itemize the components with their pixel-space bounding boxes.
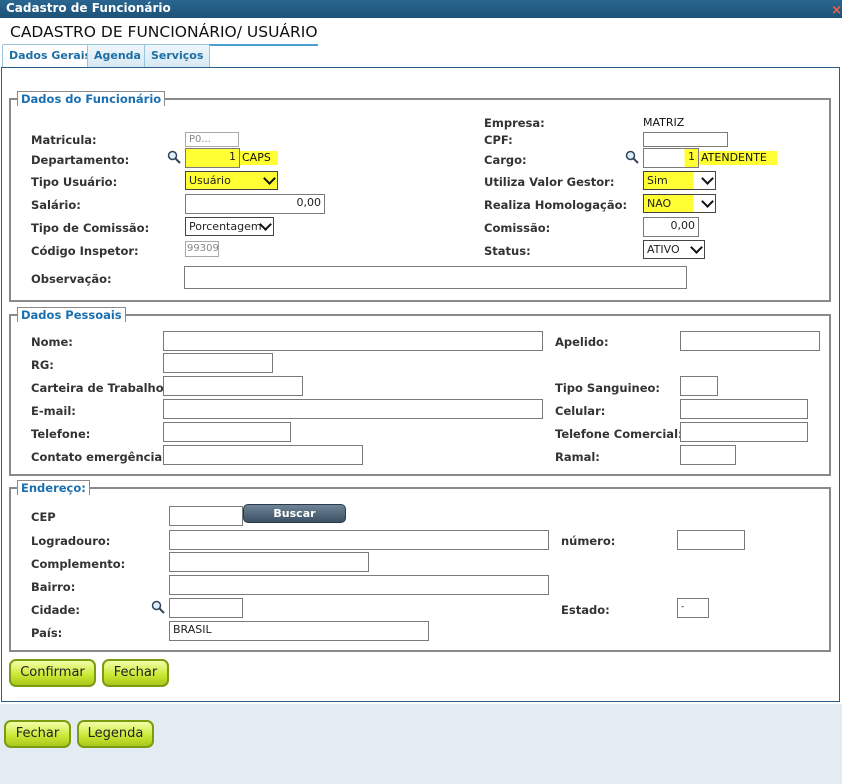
- cep-field[interactable]: [169, 506, 243, 526]
- fechar-inner-button[interactable]: Fechar: [102, 659, 169, 687]
- matricula-label: Matricula:: [31, 133, 97, 147]
- cpf-field[interactable]: [643, 132, 728, 147]
- estado-label: Estado:: [561, 603, 610, 617]
- tipo-usuario-value: Usuário: [189, 174, 231, 187]
- status-value: ATIVO: [647, 243, 680, 256]
- departamento-label: Departamento:: [31, 153, 130, 167]
- tipo-comissao-label: Tipo de Comissão:: [31, 221, 150, 235]
- close-icon[interactable]: ×: [831, 2, 842, 19]
- window-title-bar: Cadastro de Funcionário ×: [0, 0, 842, 18]
- ramal-label: Ramal:: [555, 450, 600, 464]
- nome-field[interactable]: [163, 331, 543, 351]
- homologacao-select[interactable]: NAO: [643, 194, 716, 213]
- tab-agenda[interactable]: Agenda: [87, 44, 148, 68]
- telefone-field[interactable]: [163, 422, 291, 442]
- legend-dados-funcionario: Dados do Funcionário: [17, 91, 166, 106]
- cargo-code-field[interactable]: 1: [643, 148, 699, 168]
- homologacao-label: Realiza Homologação:: [484, 198, 628, 212]
- salario-field[interactable]: 0,00: [185, 194, 325, 214]
- confirmar-button[interactable]: Confirmar: [9, 659, 96, 687]
- chevron-down-icon: [263, 172, 276, 185]
- nome-label: Nome:: [31, 335, 73, 349]
- celular-field[interactable]: [680, 399, 808, 419]
- tipo-sanguineo-label: Tipo Sanguineo:: [555, 381, 660, 395]
- empresa-label: Empresa:: [484, 116, 545, 130]
- observacao-textarea[interactable]: [184, 266, 687, 289]
- complemento-label: Complemento:: [31, 557, 126, 571]
- search-cargo-icon[interactable]: [625, 150, 639, 164]
- tipo-usuario-label: Tipo Usuário:: [31, 175, 118, 189]
- chevron-down-icon: [701, 195, 714, 208]
- matricula-field[interactable]: P0...: [185, 132, 239, 147]
- tipo-comissao-select[interactable]: Porcentagem: [185, 217, 274, 236]
- departamento-name: CAPS: [240, 151, 278, 165]
- rg-label: RG:: [31, 358, 54, 372]
- chevron-down-icon: [701, 172, 714, 185]
- contato-emergencia-label: Contato emergência:: [31, 450, 167, 464]
- bairro-label: Bairro:: [31, 580, 76, 594]
- ramal-field[interactable]: [680, 445, 736, 465]
- cargo-label: Cargo:: [484, 153, 527, 167]
- window-title: Cadastro de Funcionário: [6, 1, 171, 15]
- legend-endereco: Endereço:: [17, 480, 90, 495]
- legenda-button[interactable]: Legenda: [77, 720, 154, 748]
- valor-gestor-value: Sim: [647, 174, 668, 187]
- pais-field[interactable]: BRASIL: [169, 621, 429, 641]
- numero-field[interactable]: [677, 530, 745, 550]
- logradouro-field[interactable]: [169, 530, 549, 550]
- email-label: E-mail:: [31, 404, 76, 418]
- valor-gestor-label: Utiliza Valor Gestor:: [484, 175, 615, 189]
- cpf-label: CPF:: [484, 133, 513, 147]
- contato-emergencia-field[interactable]: [163, 445, 363, 465]
- codigo-inspetor-field[interactable]: 99309: [185, 241, 219, 257]
- tipo-sanguineo-field[interactable]: [680, 376, 718, 396]
- search-departamento-icon[interactable]: [167, 150, 181, 164]
- rg-field[interactable]: [163, 353, 273, 373]
- legend-dados-pessoais: Dados Pessoais: [17, 307, 126, 322]
- buscar-endereco-button[interactable]: Buscar Endereco: [243, 504, 346, 537]
- observacao-label: Observação:: [31, 272, 112, 286]
- tipo-usuario-select[interactable]: Usuário: [185, 171, 278, 190]
- email-field[interactable]: [163, 399, 543, 419]
- search-cidade-icon[interactable]: [151, 600, 165, 614]
- cidade-label: Cidade:: [31, 603, 81, 617]
- apelido-field[interactable]: [680, 331, 820, 351]
- numero-label: número:: [561, 534, 616, 548]
- bairro-field[interactable]: [169, 575, 549, 595]
- status-label: Status:: [484, 244, 531, 258]
- carteira-field[interactable]: [163, 376, 303, 396]
- apelido-label: Apelido:: [555, 335, 609, 349]
- telefone-label: Telefone:: [31, 427, 91, 441]
- status-select[interactable]: ATIVO: [643, 240, 705, 259]
- tab-servicos[interactable]: Serviços: [144, 44, 211, 68]
- comissao-label: Comissão:: [484, 221, 551, 235]
- celular-label: Celular:: [555, 404, 606, 418]
- homologacao-value: NAO: [647, 197, 672, 210]
- departamento-code-field[interactable]: 1: [185, 148, 240, 168]
- salario-label: Salário:: [31, 198, 81, 212]
- tipo-comissao-value: Porcentagem: [189, 220, 262, 233]
- tab-dados-gerais[interactable]: Dados Gerais: [2, 44, 99, 68]
- carteira-label: Carteira de Trabalho:: [31, 381, 169, 395]
- valor-gestor-select[interactable]: Sim: [643, 171, 716, 190]
- complemento-field[interactable]: [169, 552, 369, 572]
- telefone-comercial-field[interactable]: [680, 422, 808, 442]
- chevron-down-icon: [690, 241, 703, 254]
- cep-label: CEP: [31, 510, 56, 524]
- telefone-comercial-label: Telefone Comercial:: [555, 427, 683, 441]
- logradouro-label: Logradouro:: [31, 534, 111, 548]
- pais-label: País:: [31, 626, 63, 640]
- estado-field[interactable]: -: [677, 598, 709, 618]
- codigo-inspetor-label: Código Inspetor:: [31, 244, 139, 258]
- cargo-name: ATENDENTE: [699, 151, 777, 165]
- comissao-field[interactable]: 0,00: [643, 217, 699, 237]
- empresa-value: MATRIZ: [643, 116, 685, 129]
- page-title: CADASTRO DE FUNCIONÁRIO/ USUÁRIO: [10, 23, 318, 46]
- cidade-field[interactable]: [169, 598, 243, 618]
- fechar-button[interactable]: Fechar: [4, 720, 71, 748]
